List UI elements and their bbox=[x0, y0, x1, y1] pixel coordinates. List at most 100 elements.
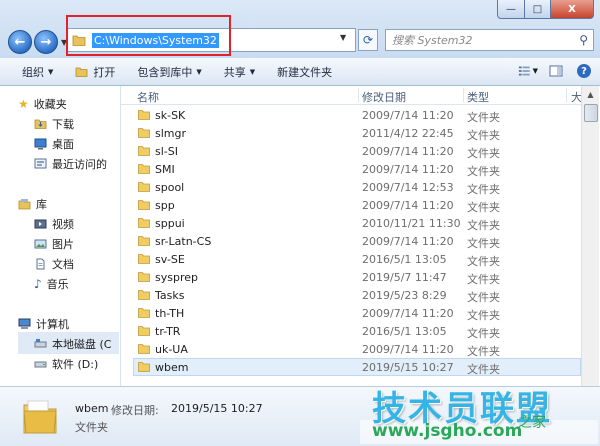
sidebar-item-videos[interactable]: 视频 bbox=[34, 216, 74, 232]
list-item[interactable]: spp 2009/7/14 11:20 文件夹 bbox=[121, 196, 581, 214]
list-item[interactable]: sr-Latn-CS 2009/7/14 11:20 文件夹 bbox=[121, 232, 581, 250]
list-item[interactable]: uk-UA 2009/7/14 11:20 文件夹 bbox=[121, 340, 581, 358]
folder-icon bbox=[138, 344, 150, 354]
column-divider[interactable] bbox=[358, 88, 359, 102]
search-input[interactable]: 搜索 System32 bbox=[392, 32, 579, 48]
file-date: 2019/5/15 10:27 bbox=[362, 361, 454, 374]
star-icon: ★ bbox=[18, 97, 29, 111]
folder-icon bbox=[138, 146, 150, 156]
search-box[interactable]: 搜索 System32 ⚲ bbox=[385, 29, 594, 51]
sidebar-item-computer[interactable]: 计算机 bbox=[18, 316, 69, 332]
watermark-tail-text: 之家 bbox=[518, 415, 546, 431]
help-button[interactable]: ? bbox=[574, 62, 594, 80]
list-item[interactable]: Tasks 2019/5/23 8:29 文件夹 bbox=[121, 286, 581, 304]
scroll-up-arrow-icon[interactable]: ▲ bbox=[582, 86, 599, 103]
folder-icon bbox=[138, 110, 150, 120]
modified-date-label: 修改日期: bbox=[111, 404, 159, 417]
refresh-button[interactable]: ⟳ bbox=[358, 29, 378, 51]
navigation-buttons: ← → ▼ bbox=[8, 30, 67, 54]
folder-icon bbox=[138, 272, 150, 282]
file-type: 文件夹 bbox=[467, 327, 500, 340]
file-name: th-TH bbox=[155, 307, 185, 320]
list-item[interactable]: sppui 2010/11/21 11:30 文件夹 bbox=[121, 214, 581, 232]
folder-icon bbox=[138, 182, 150, 192]
sidebar-item-label: 本地磁盘 (C bbox=[52, 338, 112, 351]
file-list: sk-SK 2009/7/14 11:20 文件夹 slmgr 2011/4/1… bbox=[121, 104, 581, 386]
chevron-down-icon: ▼ bbox=[48, 67, 54, 76]
file-name: sr-Latn-CS bbox=[155, 235, 212, 248]
view-options-button[interactable]: ▼ bbox=[518, 62, 538, 80]
column-name[interactable]: 名称 bbox=[137, 89, 159, 105]
sidebar-item-label: 图片 bbox=[52, 238, 74, 251]
view-list-icon bbox=[518, 66, 530, 76]
address-dropdown-icon[interactable]: ▼ bbox=[340, 33, 346, 42]
sidebar-item-downloads[interactable]: 下载 bbox=[34, 116, 74, 132]
file-type: 文件夹 bbox=[467, 165, 500, 178]
file-type: 文件夹 bbox=[467, 273, 500, 286]
include-in-library-label: 包含到库中 bbox=[137, 65, 193, 79]
column-modified[interactable]: 修改日期 bbox=[362, 89, 406, 105]
vertical-scrollbar[interactable]: ▲ bbox=[581, 86, 599, 386]
list-item-selected[interactable]: wbem 2019/5/15 10:27 文件夹 bbox=[121, 358, 581, 376]
computer-icon bbox=[18, 318, 31, 329]
file-name: tr-TR bbox=[155, 325, 181, 338]
navigation-pane: ★ 收藏夹 下载 桌面 最近访问的 库 视频 图片 文档 ♪ 音乐 计算机 本地… bbox=[0, 86, 121, 386]
list-item[interactable]: slmgr 2011/4/12 22:45 文件夹 bbox=[121, 124, 581, 142]
list-item[interactable]: SMI 2009/7/14 11:20 文件夹 bbox=[121, 160, 581, 178]
new-folder-label: 新建文件夹 bbox=[277, 65, 333, 79]
include-in-library-menu[interactable]: 包含到库中 ▼ bbox=[137, 64, 201, 80]
column-divider[interactable] bbox=[566, 88, 567, 102]
file-type: 文件夹 bbox=[467, 345, 500, 358]
sidebar-item-drive-d[interactable]: 软件 (D:) bbox=[34, 356, 98, 372]
folder-icon bbox=[138, 236, 150, 246]
selected-item-type: 文件夹 bbox=[75, 421, 108, 434]
refresh-icon: ⟳ bbox=[362, 33, 374, 47]
organize-menu[interactable]: 组织 ▼ bbox=[22, 64, 53, 80]
sidebar-item-local-disk-c[interactable]: 本地磁盘 (C bbox=[34, 336, 111, 352]
list-item[interactable]: sl-SI 2009/7/14 11:20 文件夹 bbox=[121, 142, 581, 160]
maximize-button[interactable]: □ bbox=[525, 0, 551, 19]
minimize-button[interactable]: — bbox=[497, 0, 525, 19]
file-date: 2009/7/14 11:20 bbox=[362, 199, 454, 212]
new-folder-button[interactable]: 新建文件夹 bbox=[277, 64, 332, 80]
sidebar-item-favorites[interactable]: ★ 收藏夹 bbox=[18, 96, 67, 112]
file-name: spool bbox=[155, 181, 185, 194]
file-date: 2011/4/12 22:45 bbox=[362, 127, 454, 140]
file-date: 2009/7/14 11:20 bbox=[362, 343, 454, 356]
sidebar-item-libraries[interactable]: 库 bbox=[18, 196, 47, 212]
list-item[interactable]: th-TH 2009/7/14 11:20 文件夹 bbox=[121, 304, 581, 322]
folder-icon bbox=[138, 164, 150, 174]
address-highlight-annotation bbox=[66, 15, 231, 56]
drive-icon bbox=[34, 361, 47, 368]
sidebar-item-pictures[interactable]: 图片 bbox=[34, 236, 74, 252]
back-button[interactable]: ← bbox=[8, 30, 32, 54]
search-icon[interactable]: ⚲ bbox=[579, 33, 588, 47]
list-item[interactable]: tr-TR 2016/5/1 13:05 文件夹 bbox=[121, 322, 581, 340]
share-menu[interactable]: 共享 ▼ bbox=[224, 64, 255, 80]
file-date: 2010/11/21 11:30 bbox=[362, 217, 461, 230]
sidebar-item-documents[interactable]: 文档 bbox=[34, 256, 74, 272]
large-folder-icon bbox=[23, 400, 57, 434]
file-date: 2016/5/1 13:05 bbox=[362, 253, 447, 266]
command-toolbar: 组织 ▼ 打开 包含到库中 ▼ 共享 ▼ 新建文件夹 ▼ ? bbox=[0, 58, 600, 86]
document-icon bbox=[36, 258, 45, 270]
list-item[interactable]: sk-SK 2009/7/14 11:20 文件夹 bbox=[121, 106, 581, 124]
sidebar-item-recent[interactable]: 最近访问的 bbox=[34, 156, 107, 172]
list-item[interactable]: spool 2009/7/14 12:53 文件夹 bbox=[121, 178, 581, 196]
title-bar: — □ X ← → ▼ C:\Windows\System32 ▼ ⟳ 搜索 S… bbox=[0, 0, 600, 58]
close-button[interactable]: X bbox=[551, 0, 594, 19]
open-button[interactable]: 打开 bbox=[75, 64, 115, 80]
folder-icon bbox=[138, 254, 150, 264]
file-name: Tasks bbox=[155, 289, 185, 302]
preview-pane-button[interactable] bbox=[546, 62, 566, 80]
column-type[interactable]: 类型 bbox=[467, 89, 489, 105]
list-item[interactable]: sysprep 2019/5/7 11:47 文件夹 bbox=[121, 268, 581, 286]
list-item[interactable]: sv-SE 2016/5/1 13:05 文件夹 bbox=[121, 250, 581, 268]
sidebar-item-desktop[interactable]: 桌面 bbox=[34, 136, 74, 152]
file-name: uk-UA bbox=[155, 343, 188, 356]
scrollbar-thumb[interactable] bbox=[584, 104, 598, 122]
sidebar-item-music[interactable]: ♪ 音乐 bbox=[34, 276, 69, 292]
forward-button[interactable]: → bbox=[34, 30, 58, 54]
column-divider[interactable] bbox=[463, 88, 464, 102]
open-folder-icon bbox=[75, 67, 88, 77]
